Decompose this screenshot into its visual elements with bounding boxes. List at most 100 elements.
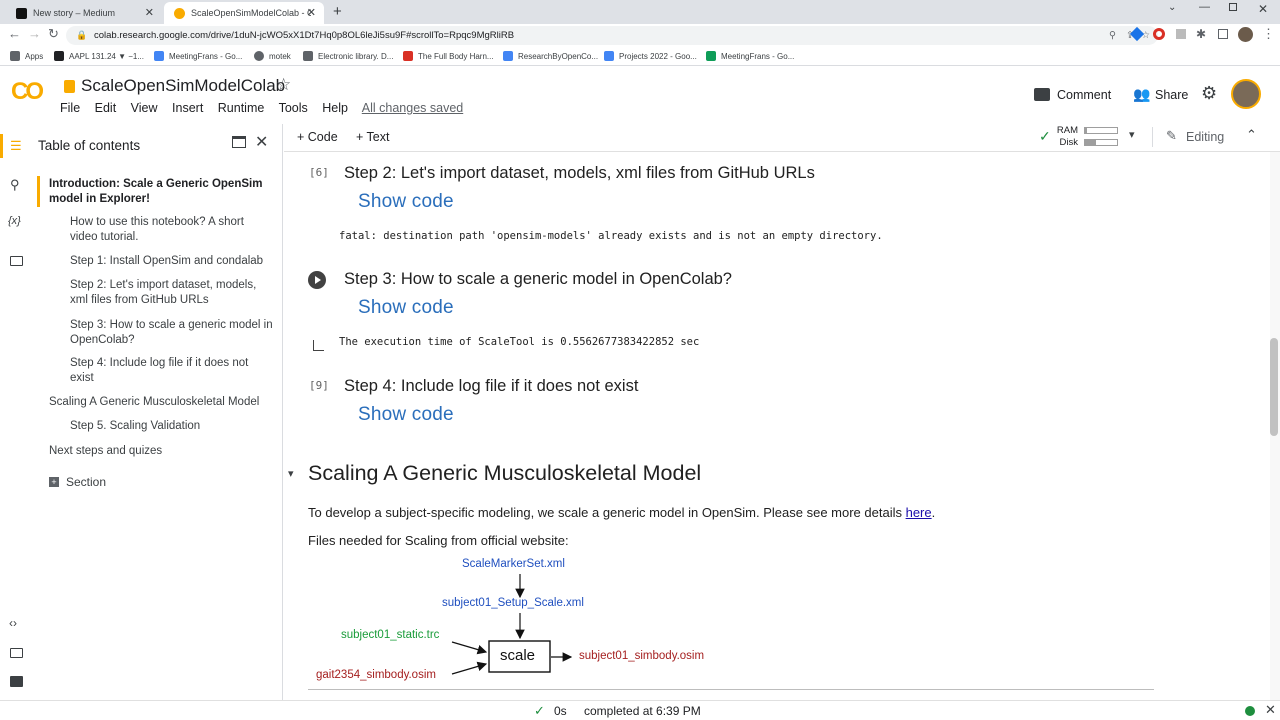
bookmark-full-body[interactable]: The Full Body Harn... [403,51,494,61]
resource-labels: RAM Disk [1056,125,1078,149]
toc-title: Table of contents [38,138,141,153]
ram-meter[interactable] [1084,127,1118,134]
bookmark-projects[interactable]: Projects 2022 - Goo... [604,51,697,61]
menu-file[interactable]: File [60,101,80,115]
bookmark-aapl[interactable]: AAPL 131.24 ▼ −1... [54,51,144,61]
toc-item-step4[interactable]: Step 4: Include log file if it does not … [70,356,270,385]
library-icon [303,51,313,61]
star-icon[interactable]: ☆ [276,75,291,95]
disk-meter-fill [1085,140,1097,145]
bookmark-motek[interactable]: motek [254,51,291,61]
bookmark-electronic-library[interactable]: Electronic library. D... [303,51,393,61]
add-section-button[interactable]: Section [66,475,106,490]
toc-item-scaling[interactable]: Scaling A Generic Musculoskeletal Model [49,395,279,410]
profile-avatar[interactable] [1238,27,1253,42]
run-cell-button[interactable] [308,271,326,289]
completed-status: completed at 6:39 PM [584,704,701,718]
collapse-toolbar-icon[interactable]: ⌃ [1246,127,1257,143]
divider [1152,127,1153,147]
ram-meter-fill [1085,128,1087,133]
bookmark-star-icon[interactable]: ☆ [1141,26,1150,45]
address-bar-row: ← → ↻ 🔒 colab.research.google.com/drive/… [0,24,1280,46]
output-arrow-icon[interactable] [313,340,324,351]
tab-colab[interactable]: ScaleOpenSimModelColab - Colab ✕ [164,2,324,24]
add-section-icon[interactable]: + [49,477,59,487]
toc-item-introduction[interactable]: Introduction: Scale a Generic OpenSim mo… [49,177,271,206]
extension-2-icon[interactable] [1176,29,1186,39]
show-code-link[interactable]: Show code [358,191,454,213]
terminal-icon[interactable] [10,676,23,687]
bookmark-research[interactable]: ResearchByOpenCo... [503,51,598,61]
disk-meter[interactable] [1084,139,1118,146]
command-palette-icon[interactable] [10,648,23,658]
add-code-button[interactable]: + Code [297,130,338,144]
forward-icon[interactable]: → [28,26,41,41]
open-in-tab-icon[interactable] [232,136,246,148]
colab-logo[interactable]: CO [11,78,44,106]
opera-extension-icon[interactable] [1153,28,1165,40]
new-tab-button[interactable]: + [333,3,342,20]
toc-item-step1[interactable]: Step 1: Install OpenSim and condalab [70,254,280,269]
add-text-button[interactable]: + Text [356,130,389,144]
side-panel-icon[interactable] [1218,29,1228,39]
comment-button[interactable]: Comment [1057,88,1111,102]
show-code-link[interactable]: Show code [358,404,454,426]
toc-item-step5[interactable]: Step 5. Scaling Validation [70,419,270,434]
left-icon-rail: ☰ ⚲ {x} ‹› [0,124,32,700]
notebook-title[interactable]: ScaleOpenSimModelColab [81,76,285,96]
close-panel-icon[interactable]: ✕ [255,132,268,152]
menu-insert[interactable]: Insert [172,101,203,115]
apps-grid-icon [10,51,20,61]
close-tab-icon[interactable]: ✕ [307,6,316,19]
collapse-section-icon[interactable]: ▾ [288,467,294,480]
toc-item-step2[interactable]: Step 2: Let's import dataset, models, xm… [70,278,276,307]
runtime-dropdown-icon[interactable]: ▾ [1129,128,1135,141]
reload-icon[interactable]: ↻ [48,26,59,42]
bookmark-meetingfrans[interactable]: MeetingFrans - Go... [154,51,242,61]
close-status-icon[interactable]: ✕ [1265,702,1276,718]
toc-item-step3[interactable]: Step 3: How to scale a generic model in … [70,318,280,347]
menu-runtime[interactable]: Runtime [218,101,265,115]
menu-edit[interactable]: Edit [95,101,117,115]
save-status-link[interactable]: All changes saved [362,101,463,115]
editing-mode-button[interactable]: Editing [1186,130,1224,144]
cell-output: fatal: destination path 'opensim-models'… [339,230,883,242]
close-window-icon[interactable]: ✕ [1258,2,1268,16]
tab-search-icon[interactable]: ⌄ [1168,2,1176,13]
chrome-menu-icon[interactable]: ⋮ [1262,26,1275,42]
files-folder-icon[interactable] [10,256,23,266]
bookmark-apps[interactable]: Apps [10,51,43,61]
back-icon[interactable]: ← [8,26,21,41]
toc-item-how-to-use[interactable]: How to use this notebook? A short video … [70,215,270,244]
play-icon [315,276,321,284]
maximize-icon[interactable] [1229,3,1237,11]
share-button[interactable]: Share [1155,88,1188,102]
tab-medium[interactable]: New story – Medium ✕ [6,2,162,24]
menu-tools[interactable]: Tools [279,101,308,115]
zoom-icon[interactable]: ⚲ [1109,26,1116,45]
user-avatar[interactable] [1231,79,1261,109]
section-paragraph: To develop a subject-specific modeling, … [308,505,935,520]
variables-icon[interactable]: {x} [8,215,21,227]
menu-view[interactable]: View [131,101,158,115]
toc-list-icon[interactable]: ☰ [10,138,22,154]
details-link[interactable]: here [906,505,932,520]
close-tab-icon[interactable]: ✕ [145,6,154,19]
scrollbar-thumb[interactable] [1270,338,1278,436]
cell-bottom-border [308,689,1154,690]
url-input[interactable]: 🔒 colab.research.google.com/drive/1duN-j… [66,26,1158,45]
toc-item-next-steps[interactable]: Next steps and quizes [49,444,249,459]
notebook-toolbar: + Code + Text ✓ RAM Disk ▾ ✎ Editing ⌃ [284,124,1280,152]
browser-tab-bar: New story – Medium ✕ ScaleOpenSimModelCo… [0,0,1280,24]
settings-gear-icon[interactable]: ⚙ [1201,83,1217,104]
minimize-icon[interactable]: — [1199,1,1210,13]
bookmark-meetingfrans-2[interactable]: MeetingFrans - Go... [706,51,794,61]
search-icon[interactable]: ⚲ [10,177,20,193]
show-code-link[interactable]: Show code [358,297,454,319]
disk-label: Disk [1059,137,1078,148]
bookmarks-bar: Apps AAPL 131.24 ▼ −1... MeetingFrans - … [0,46,1280,66]
puzzle-icon[interactable]: ✱ [1196,27,1206,41]
menu-help[interactable]: Help [322,101,348,115]
code-snippets-icon[interactable]: ‹› [9,616,17,630]
generic-model-label: gait2354_simbody.osim [316,669,436,681]
